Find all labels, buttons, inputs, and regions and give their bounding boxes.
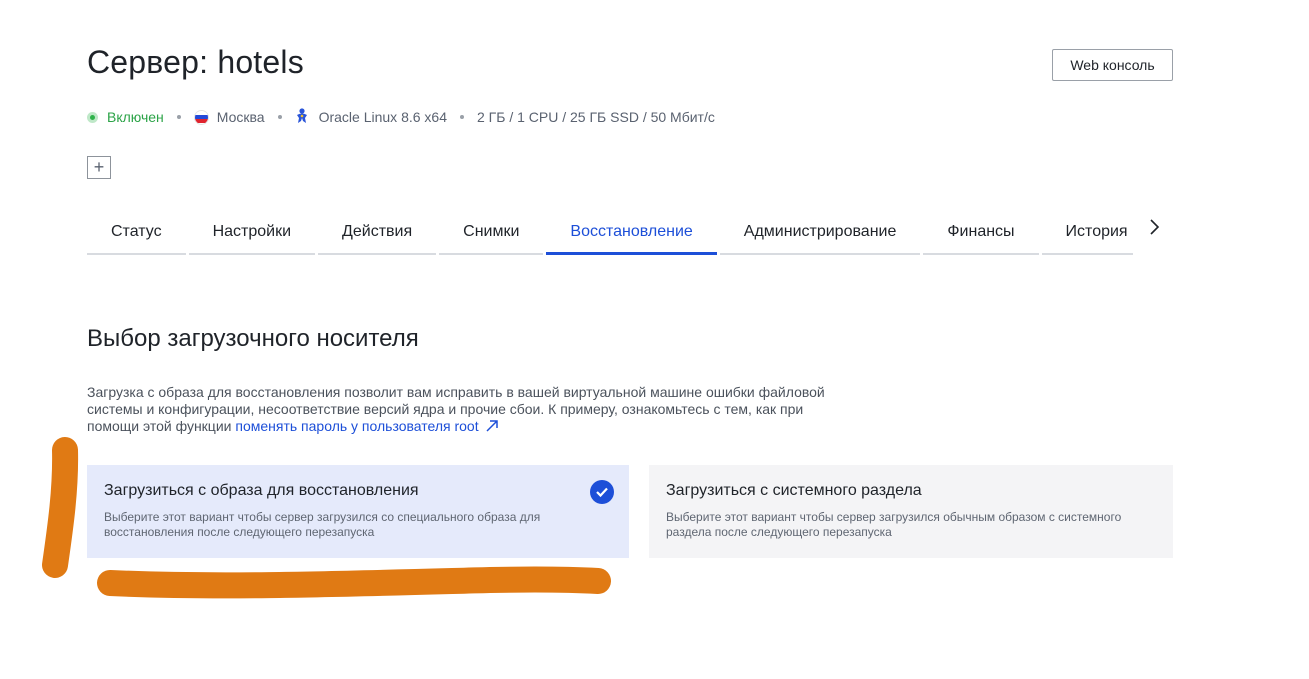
tab-recovery[interactable]: Восстановление xyxy=(546,208,718,255)
web-console-button[interactable]: Web консоль xyxy=(1052,49,1173,81)
option-recovery-image[interactable]: Загрузиться с образа для восстановления … xyxy=(87,465,629,558)
specs-info: 2 ГБ / 1 CPU / 25 ГБ SSD / 50 Мбит/с xyxy=(477,109,715,125)
russia-flag-icon xyxy=(193,109,209,125)
option-description: Выберите этот вариант чтобы сервер загру… xyxy=(104,510,541,539)
option-title: Загрузиться с системного раздела xyxy=(666,482,922,499)
location-label: Москва xyxy=(216,109,265,125)
specs-label: 2 ГБ / 1 CPU / 25 ГБ SSD / 50 Мбит/с xyxy=(477,109,715,125)
chevron-right-icon xyxy=(1150,219,1160,235)
tab-finances[interactable]: Финансы xyxy=(923,208,1039,255)
meta-separator xyxy=(277,115,282,119)
section-title: Выбор загрузочного носителя xyxy=(87,325,419,352)
meta-separator xyxy=(460,115,464,119)
tab-status[interactable]: Статус xyxy=(87,208,186,255)
tabs-scroll-right-button[interactable] xyxy=(1140,212,1168,242)
option-system-partition[interactable]: Загрузиться с системного раздела Выберит… xyxy=(649,465,1173,558)
oracle-linux-icon xyxy=(295,108,309,126)
status-label: Включен xyxy=(107,109,164,125)
meta-separator xyxy=(176,115,181,119)
page-title: Сервер: hotels xyxy=(87,44,304,80)
server-page: Сервер: hotels Web консоль Включен Москв… xyxy=(0,0,1309,679)
change-root-password-link[interactable]: поменять пароль у пользователя root xyxy=(235,418,498,434)
section-description: Загрузка с образа для восстановления поз… xyxy=(87,384,847,435)
add-tag-button[interactable]: + xyxy=(87,156,111,179)
external-link-arrow-icon xyxy=(485,420,498,432)
check-circle-icon xyxy=(590,480,614,504)
os-label: Oracle Linux 8.6 x64 xyxy=(318,109,447,125)
plus-icon: + xyxy=(93,157,105,177)
tab-snapshots[interactable]: Снимки xyxy=(439,208,544,255)
link-label: поменять пароль у пользователя root xyxy=(235,418,479,434)
status-dot-icon xyxy=(87,111,98,123)
server-meta: Включен Москва Oracle Linux 8.6 x64 2 ГБ… xyxy=(87,107,715,127)
tab-settings[interactable]: Настройки xyxy=(188,208,316,255)
horizontal-marker-scribble xyxy=(97,566,611,599)
option-title: Загрузиться с образа для восстановления xyxy=(104,482,419,499)
status-indicator: Включен xyxy=(87,109,164,125)
server-tabs: Статус Настройки Действия Снимки Восстан… xyxy=(87,208,1133,255)
tab-history[interactable]: История xyxy=(1041,208,1133,255)
tab-actions[interactable]: Действия xyxy=(318,208,437,255)
option-description: Выберите этот вариант чтобы сервер загру… xyxy=(666,510,1122,539)
tab-administration[interactable]: Администрирование xyxy=(719,208,921,255)
location-info: Москва xyxy=(193,109,265,125)
os-info: Oracle Linux 8.6 x64 xyxy=(295,108,447,126)
